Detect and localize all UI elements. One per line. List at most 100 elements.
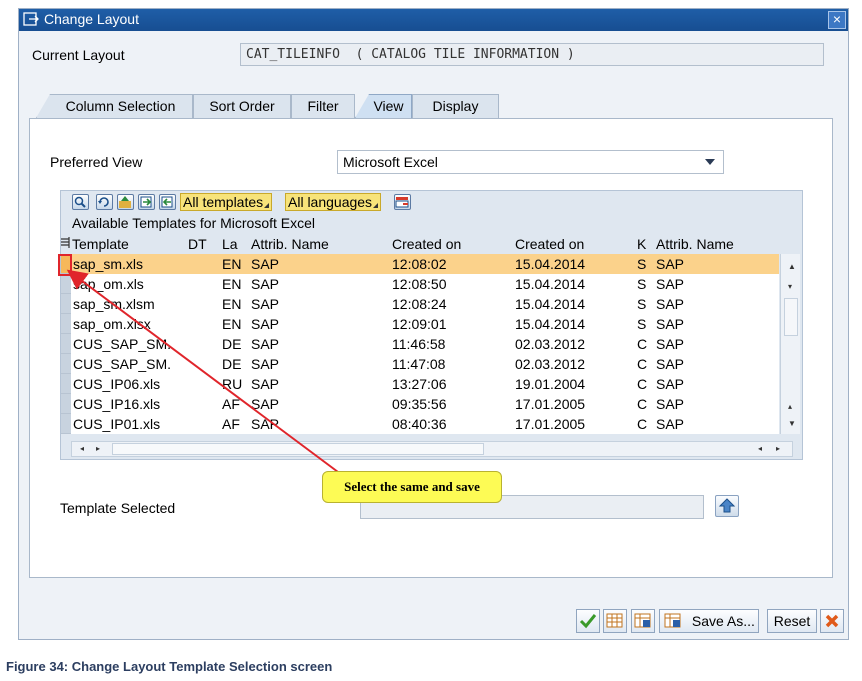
- all-templates-label: All templates: [183, 194, 264, 210]
- horizontal-scroll-thumb[interactable]: [112, 443, 484, 455]
- preferred-view-select[interactable]: Microsoft Excel: [337, 150, 724, 174]
- vertical-scroll-thumb[interactable]: [784, 298, 798, 336]
- preferred-view-label: Preferred View: [50, 154, 143, 170]
- column-config-icon[interactable]: [61, 236, 72, 252]
- cell-k: S: [637, 296, 647, 312]
- close-button[interactable]: ×: [828, 11, 846, 29]
- table-row[interactable]: CUS_IP16.xls AF SAP 09:35:56 17.01.2005 C SAP: [61, 394, 779, 414]
- upload-icon[interactable]: [117, 194, 134, 210]
- row-selector[interactable]: [61, 414, 71, 434]
- table-row[interactable]: sap_sm.xlsm EN SAP 12:08:24 15.04.2014 S SAP: [61, 294, 779, 314]
- tab-view[interactable]: View: [355, 94, 412, 118]
- column-header-la[interactable]: La: [222, 236, 238, 252]
- delete-layout-icon[interactable]: [394, 194, 411, 210]
- confirm-button[interactable]: [576, 609, 600, 633]
- column-header-attrib-name[interactable]: Attrib. Name: [251, 236, 329, 252]
- column-header-template[interactable]: Template: [72, 236, 129, 252]
- table-row[interactable]: CUS_IP01.xls AF SAP 08:40:36 17.01.2005 C SAP: [61, 414, 779, 434]
- cell-la: AF: [222, 396, 240, 412]
- scroll-left-icon[interactable]: ◂: [80, 444, 84, 453]
- cell-date: 17.01.2005: [515, 416, 586, 432]
- cancel-x-icon: [825, 614, 839, 628]
- scroll-page-left-icon[interactable]: ▸: [96, 444, 100, 453]
- cell-la: EN: [222, 316, 242, 332]
- reset-button[interactable]: Reset: [767, 609, 817, 633]
- annotation-callout: Select the same and save: [322, 471, 502, 503]
- all-languages-label: All languages: [288, 194, 373, 210]
- tab-display[interactable]: Display: [412, 94, 499, 118]
- preferred-view-value: Microsoft Excel: [343, 154, 438, 170]
- cell-k: C: [637, 336, 648, 352]
- column-header-dt[interactable]: DT: [188, 236, 207, 252]
- all-languages-dropdown[interactable]: All languages: [285, 193, 382, 211]
- cell-template: sap_om.xls: [73, 276, 144, 292]
- row-selector[interactable]: [61, 374, 71, 394]
- cell-template: sap_sm.xls: [73, 256, 144, 272]
- cell-attrib: SAP: [251, 276, 280, 292]
- cell-template: sap_sm.xlsm: [73, 296, 155, 312]
- tab-column-selection[interactable]: Column Selection: [36, 94, 193, 118]
- change-layout-icon: [23, 12, 39, 26]
- table-row[interactable]: sap_om.xls EN SAP 12:08:50 15.04.2014 S SAP: [61, 274, 779, 294]
- column-header-created-time[interactable]: Created on: [392, 236, 461, 252]
- scroll-down-icon[interactable]: ▼: [788, 419, 796, 428]
- row-selector[interactable]: [61, 294, 71, 314]
- scroll-page-down-icon[interactable]: ▴: [788, 402, 792, 411]
- cell-k: S: [637, 276, 647, 292]
- current-layout-label: Current Layout: [32, 47, 125, 63]
- details-icon[interactable]: [72, 194, 89, 210]
- scroll-up-icon[interactable]: ▲: [788, 262, 796, 271]
- all-templates-dropdown[interactable]: All templates: [180, 193, 273, 211]
- save-layout-button[interactable]: [631, 609, 655, 633]
- export-icon[interactable]: [159, 194, 176, 210]
- cell-time: 09:35:56: [392, 396, 447, 412]
- column-header-created-date[interactable]: Created on: [515, 236, 584, 252]
- scroll-page-right-icon[interactable]: ◂: [758, 444, 762, 453]
- cell-time: 12:09:01: [392, 316, 447, 332]
- cell-attrib: SAP: [251, 416, 280, 432]
- import-icon[interactable]: [138, 194, 155, 210]
- refresh-icon[interactable]: [96, 194, 113, 210]
- cell-la: AF: [222, 416, 240, 432]
- cell-attrib2: SAP: [656, 296, 685, 312]
- cell-la: EN: [222, 296, 242, 312]
- cell-date: 02.03.2012: [515, 336, 586, 352]
- row-selector[interactable]: [61, 394, 71, 414]
- upload-arrow-icon: [718, 498, 736, 513]
- tab-sort-order[interactable]: Sort Order: [193, 94, 291, 118]
- cell-time: 08:40:36: [392, 416, 447, 432]
- save-as-button[interactable]: Save As...: [659, 609, 759, 633]
- table-row[interactable]: CUS_IP06.xls RU SAP 13:27:06 19.01.2004 C SAP: [61, 374, 779, 394]
- cell-attrib2: SAP: [656, 316, 685, 332]
- layout-table-button[interactable]: [603, 609, 627, 633]
- cancel-button[interactable]: [820, 609, 844, 633]
- row-selector[interactable]: [61, 354, 71, 374]
- table-row[interactable]: sap_om.xlsx EN SAP 12:09:01 15.04.2014 S SAP: [61, 314, 779, 334]
- cell-la: RU: [222, 376, 243, 392]
- cell-la: EN: [222, 256, 242, 272]
- scroll-right-icon[interactable]: ▸: [776, 444, 780, 453]
- cell-attrib2: SAP: [656, 256, 685, 272]
- row-selector[interactable]: [61, 314, 71, 334]
- row-selector[interactable]: [61, 334, 71, 354]
- upload-template-button[interactable]: [715, 495, 739, 517]
- cell-template: CUS_SAP_SM.: [73, 356, 172, 372]
- grid-toolbar: All templates All languages: [61, 191, 802, 213]
- vertical-scrollbar[interactable]: ▲ ▾ ▴ ▼: [780, 254, 800, 434]
- row-selector[interactable]: [61, 254, 71, 274]
- table-row[interactable]: CUS_SAP_SM. DE SAP 11:46:58 02.03.2012 C SAP: [61, 334, 779, 354]
- table-row[interactable]: sap_sm.xls EN SAP 12:08:02 15.04.2014 S SAP: [61, 254, 779, 274]
- scroll-page-up-icon[interactable]: ▾: [788, 282, 792, 291]
- figure-caption: Figure 34: Change Layout Template Select…: [6, 659, 333, 674]
- column-header-k[interactable]: K: [637, 236, 646, 252]
- row-selector[interactable]: [61, 274, 71, 294]
- column-header-attrib-name-2[interactable]: Attrib. Name: [656, 236, 734, 252]
- table-save-icon: [634, 613, 651, 628]
- cell-date: 15.04.2014: [515, 296, 586, 312]
- chevron-down-icon[interactable]: [705, 159, 715, 165]
- tab-filter[interactable]: Filter: [291, 94, 355, 118]
- horizontal-scrollbar[interactable]: ◂ ▸ ◂ ▸: [71, 441, 793, 457]
- table-row[interactable]: CUS_SAP_SM. DE SAP 11:47:08 02.03.2012 C SAP: [61, 354, 779, 374]
- cell-attrib2: SAP: [656, 416, 685, 432]
- cell-k: C: [637, 376, 648, 392]
